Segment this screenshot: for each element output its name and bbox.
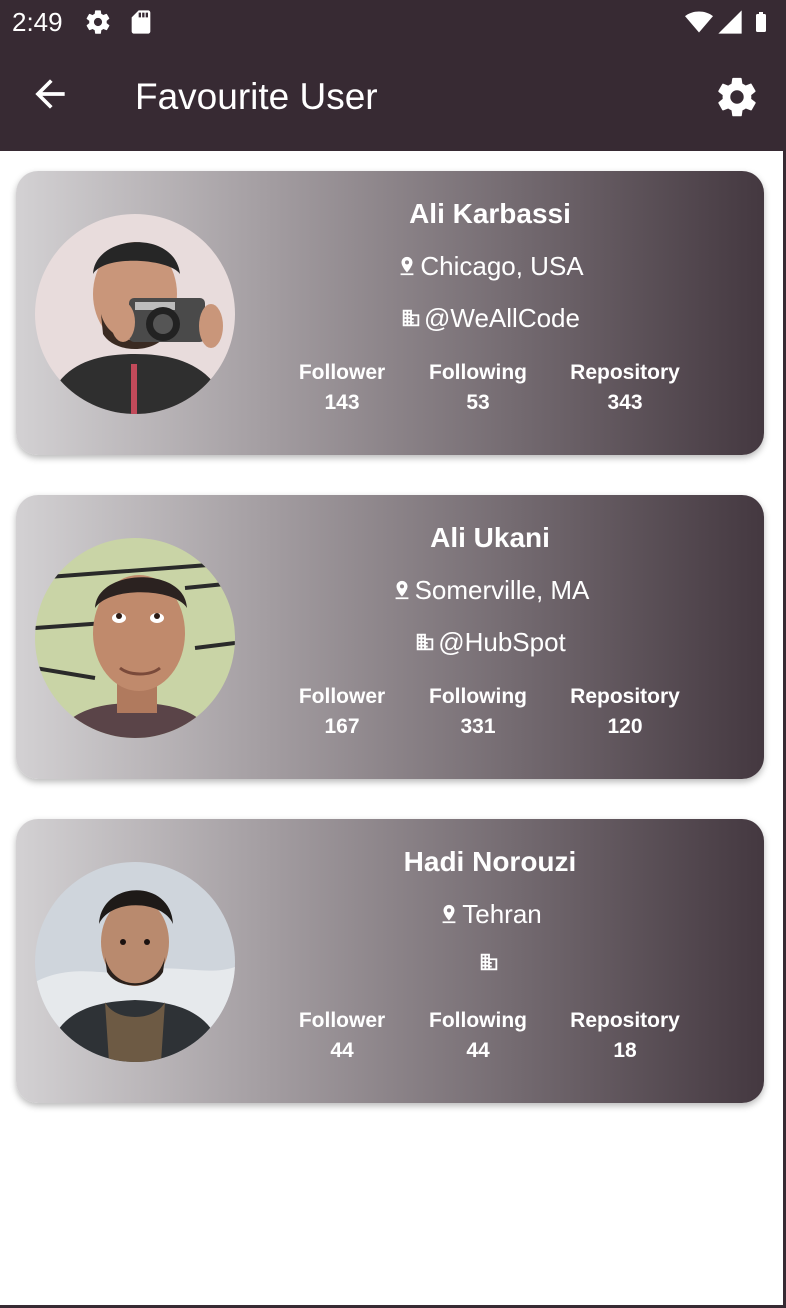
company-row [246, 950, 734, 974]
wifi-icon [684, 8, 714, 36]
repository-count: 120 [607, 715, 643, 738]
avatar [35, 862, 235, 1062]
building-icon [414, 630, 436, 654]
user-card[interactable]: Ali Ukani Somerville, MA @HubSpot Follow… [16, 495, 764, 779]
building-icon [478, 950, 500, 974]
avatar [35, 538, 235, 738]
location-pin-icon [391, 578, 413, 602]
settings-gear-icon [84, 8, 112, 36]
following-stat: Following 53 [418, 358, 538, 418]
repository-label: Repository [570, 361, 680, 384]
app-bar: Favourite User [0, 44, 786, 151]
repository-label: Repository [570, 1009, 680, 1032]
follower-label: Follower [298, 1009, 386, 1032]
repository-count: 18 [613, 1039, 637, 1062]
follower-label: Follower [298, 685, 386, 708]
signal-icon [716, 8, 744, 36]
location-row: Somerville, MA [246, 574, 734, 606]
battery-icon [749, 8, 773, 36]
settings-button[interactable] [714, 74, 760, 120]
location-text: Tehran [462, 899, 542, 929]
company-row: @HubSpot [246, 626, 734, 658]
location-row: Tehran [246, 898, 734, 930]
status-bar: 2:49 [0, 0, 786, 44]
following-stat: Following 44 [418, 1006, 538, 1066]
follower-stat: Follower 44 [282, 1006, 402, 1066]
avatar [35, 214, 235, 414]
following-label: Following [429, 685, 527, 708]
repository-count: 343 [607, 391, 643, 414]
location-row: Chicago, USA [246, 250, 734, 282]
follower-label: Follower [298, 361, 386, 384]
following-count: 331 [460, 715, 496, 738]
following-label: Following [429, 1009, 527, 1032]
follower-count: 143 [324, 391, 360, 414]
company-row: @WeAllCode [246, 302, 734, 334]
page-title: Favourite User [135, 76, 378, 117]
follower-count: 167 [324, 715, 360, 738]
gear-icon [718, 77, 756, 117]
follower-stat: Follower 143 [282, 358, 402, 418]
location-pin-icon [438, 902, 460, 926]
back-button[interactable] [28, 72, 72, 116]
sd-card-icon [127, 8, 155, 36]
user-card[interactable]: Hadi Norouzi Tehran Follower 44 Followin… [16, 819, 764, 1103]
user-card[interactable]: Ali Karbassi Chicago, USA @WeAllCode Fol… [16, 171, 764, 455]
repository-label: Repository [570, 685, 680, 708]
follower-count: 44 [330, 1039, 354, 1062]
following-count: 44 [466, 1039, 490, 1062]
following-label: Following [429, 361, 527, 384]
company-text: @HubSpot [438, 627, 566, 657]
follower-stat: Follower 167 [282, 682, 402, 742]
user-name: Ali Karbassi [409, 198, 571, 229]
user-name: Hadi Norouzi [403, 846, 577, 877]
location-text: Chicago, USA [420, 251, 584, 281]
repository-stat: Repository 343 [565, 358, 685, 418]
location-text: Somerville, MA [414, 575, 590, 605]
location-pin-icon [396, 254, 418, 278]
following-count: 53 [466, 391, 490, 414]
status-time: 2:49 [12, 7, 63, 37]
user-name: Ali Ukani [430, 522, 550, 553]
repository-stat: Repository 18 [565, 1006, 685, 1066]
building-icon [400, 306, 422, 330]
company-text: @WeAllCode [424, 303, 580, 333]
repository-stat: Repository 120 [565, 682, 685, 742]
following-stat: Following 331 [418, 682, 538, 742]
arrow-back-icon [35, 79, 65, 109]
